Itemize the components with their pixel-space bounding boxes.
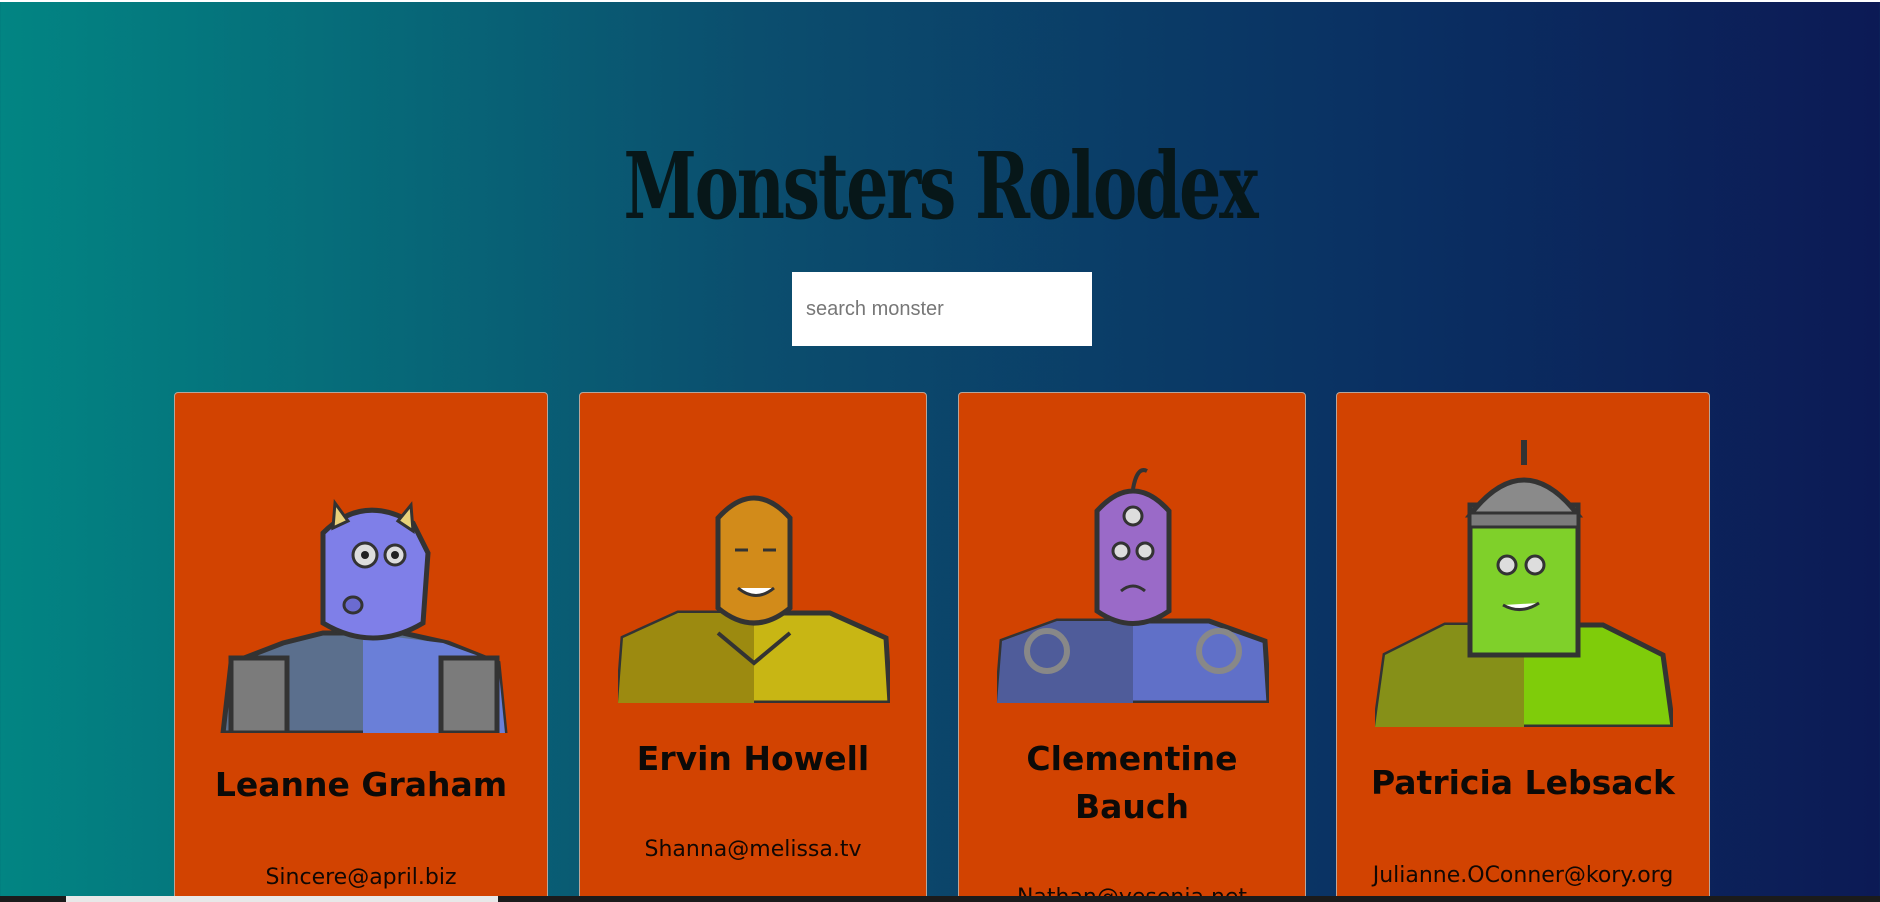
monster-name: Patricia Lebsack: [1370, 763, 1675, 802]
monster-name: Ervin Howell: [636, 739, 870, 778]
monster-card[interactable]: Clementine Bauch Nathan@yesenia.net: [958, 392, 1306, 902]
monster-avatar-image: [618, 495, 890, 703]
page-title: Monsters Rolodex: [623, 131, 1259, 240]
monster-email: Sincere@april.biz: [265, 865, 457, 890]
monster-avatar-image: [1375, 440, 1673, 727]
scrollbar-thumb[interactable]: [66, 896, 498, 902]
monster-card[interactable]: Ervin Howell Shanna@melissa.tv: [579, 392, 927, 902]
monster-card[interactable]: Leanne Graham Sincere@april.biz: [174, 392, 548, 902]
monster-avatar-image: [997, 468, 1269, 703]
monster-email: Shanna@melissa.tv: [644, 837, 862, 862]
monster-name: Clementine Bauch: [1026, 739, 1238, 826]
monster-avatar-image: [220, 498, 508, 733]
monster-name: Leanne Graham: [214, 765, 508, 804]
monster-email: Julianne.OConner@kory.org: [1372, 863, 1674, 888]
top-border: [0, 0, 1880, 2]
monster-card[interactable]: Patricia Lebsack Julianne.OConner@kory.o…: [1336, 392, 1710, 902]
search-input[interactable]: [792, 272, 1092, 346]
